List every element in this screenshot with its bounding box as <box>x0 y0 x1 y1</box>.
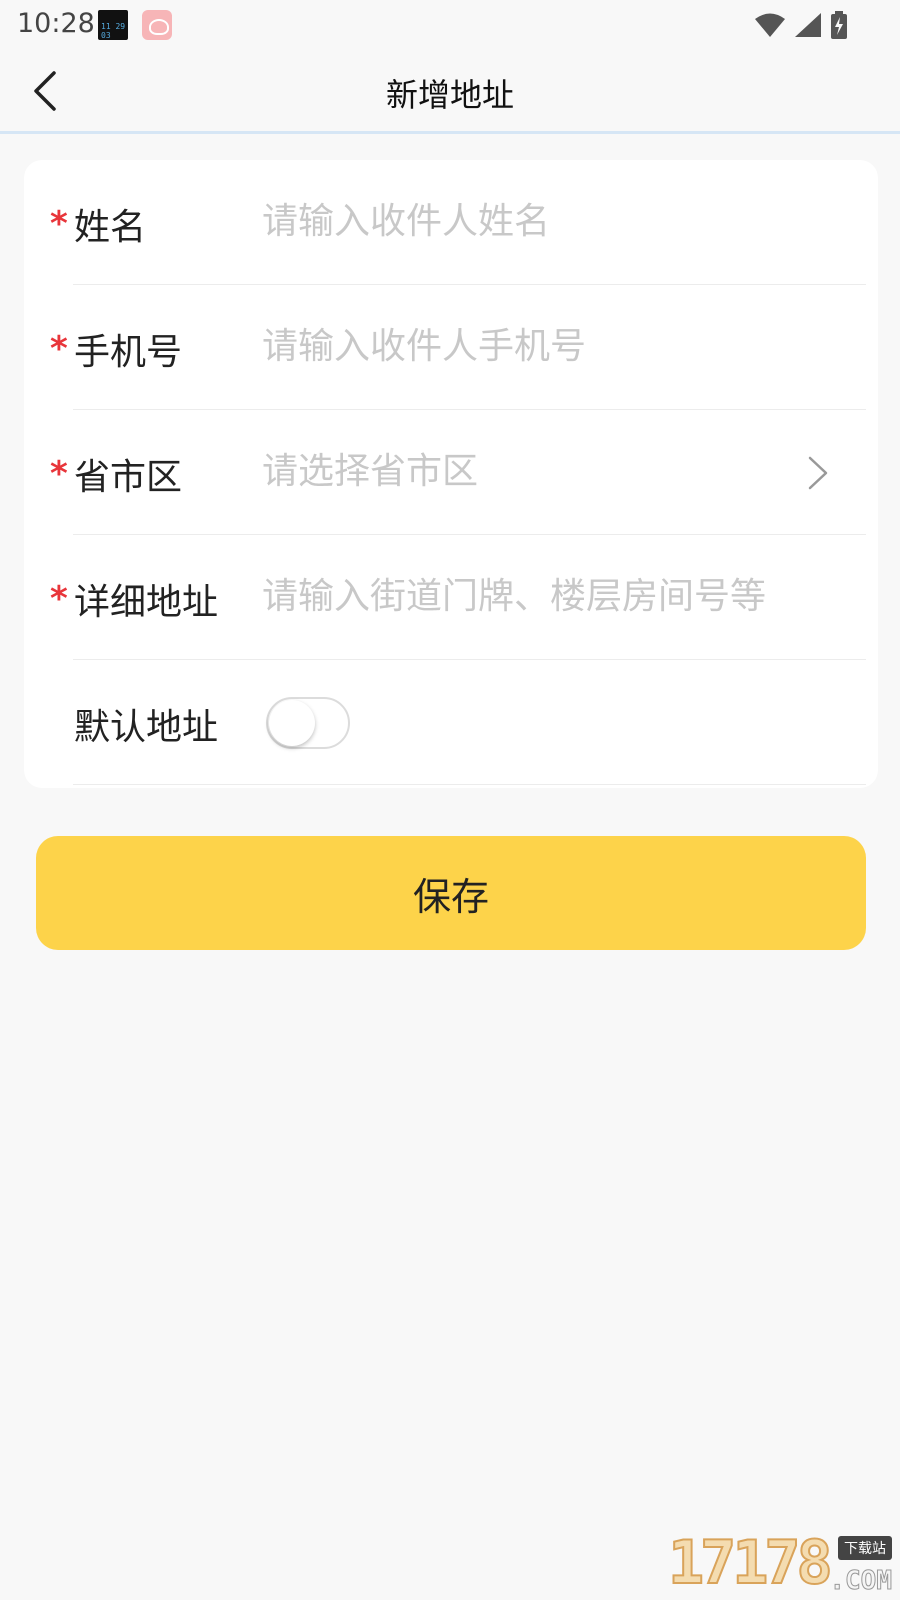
name-input[interactable] <box>262 192 822 250</box>
divider <box>73 784 866 785</box>
status-icons <box>754 10 848 40</box>
required-mark: * <box>50 579 68 619</box>
phone-row: * 手机号 <box>24 285 878 410</box>
wifi-icon <box>755 13 785 37</box>
nav-bar: 新增地址 <box>0 50 900 134</box>
toggle-knob <box>269 700 315 746</box>
save-button[interactable]: 保存 <box>36 836 866 950</box>
default-address-label: 默认地址 <box>74 707 219 748</box>
default-address-toggle[interactable] <box>266 697 350 749</box>
phone-label: 手机号 <box>74 332 183 373</box>
phone-input[interactable] <box>262 317 822 375</box>
signal-icon <box>795 13 821 37</box>
watermark-tag: 下载站 <box>838 1536 892 1560</box>
region-row[interactable]: * 省市区 <box>24 410 878 535</box>
region-label: 省市区 <box>74 457 183 498</box>
app-icon <box>142 10 172 40</box>
status-bar: 10:28 11 29 03 <box>0 0 900 50</box>
watermark-number: 17178 <box>667 1527 834 1599</box>
page-title: 新增地址 <box>385 76 514 114</box>
required-mark: * <box>50 329 68 369</box>
address-form: * 姓名 * 手机号 * 省市区 * 详细地址 默认地址 <box>24 160 878 788</box>
region-picker[interactable] <box>262 442 822 500</box>
detail-row: * 详细地址 <box>24 535 878 660</box>
chevron-right-icon <box>808 456 828 490</box>
watermark-suffix: .COM <box>829 1566 893 1597</box>
name-label: 姓名 <box>74 207 147 248</box>
detail-label: 详细地址 <box>74 582 219 623</box>
name-row: * 姓名 <box>24 160 878 285</box>
default-row: 默认地址 <box>24 660 878 785</box>
status-time: 10:28 <box>17 8 95 39</box>
required-mark: * <box>50 454 68 494</box>
clock-widget-icon: 11 29 03 <box>98 10 128 40</box>
required-mark: * <box>50 204 68 244</box>
battery-charging-icon <box>831 11 847 39</box>
watermark-logo: 17178 下载站 .COM <box>667 1527 894 1599</box>
detail-address-input[interactable] <box>262 567 822 625</box>
